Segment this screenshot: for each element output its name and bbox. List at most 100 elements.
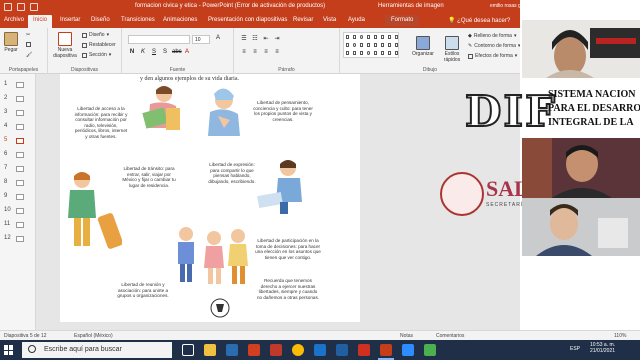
- edge-icon[interactable]: [226, 344, 238, 356]
- liberty-information-text[interactable]: Libertad de acceso a la información: par…: [74, 106, 128, 140]
- app-icon[interactable]: [424, 344, 436, 356]
- tab-diseno[interactable]: Diseño: [91, 17, 110, 23]
- tab-archivo[interactable]: Archivo: [4, 17, 24, 23]
- copy-button[interactable]: [26, 42, 31, 47]
- new-slide-button[interactable]: Nueva diapositiva: [52, 32, 78, 59]
- liberty-transit-text[interactable]: Libertad de tránsito: para entrar, salir…: [122, 166, 176, 188]
- windows-start-icon[interactable]: [4, 345, 14, 355]
- comments-button[interactable]: Comentarios: [436, 333, 464, 339]
- file-explorer-icon[interactable]: [204, 344, 216, 356]
- office-icon[interactable]: [248, 344, 260, 356]
- media-player-icon[interactable]: [270, 344, 282, 356]
- tab-animaciones[interactable]: Animaciones: [163, 17, 197, 23]
- slide-thumbnail[interactable]: 8: [3, 178, 33, 188]
- font-size-combo[interactable]: 10: [192, 35, 210, 44]
- tab-vista[interactable]: Vista: [323, 17, 336, 23]
- powerpoint-icon[interactable]: [380, 344, 392, 356]
- slide-thumbnail[interactable]: 2: [3, 94, 33, 104]
- chrome-icon[interactable]: [292, 344, 304, 356]
- shape-effects-button[interactable]: Efectos de forma ▾: [468, 53, 517, 59]
- zoom-icon[interactable]: [402, 344, 414, 356]
- liberty-assembly-text[interactable]: Libertad de reunión y asociación: para u…: [112, 282, 174, 299]
- tab-presentacion[interactable]: Presentación con diapositivas: [208, 17, 287, 23]
- format-painter-button[interactable]: 🖌: [26, 52, 32, 58]
- font-color-button[interactable]: A: [183, 49, 191, 55]
- underline-button[interactable]: S: [150, 49, 158, 55]
- slide-thumbnail[interactable]: 6: [3, 150, 33, 160]
- increase-indent-button[interactable]: ⇥: [273, 35, 281, 42]
- decrease-indent-button[interactable]: ⇤: [262, 35, 270, 42]
- save-icon[interactable]: [4, 3, 12, 11]
- strikethrough-button[interactable]: abc: [172, 49, 182, 55]
- context-tab-group: Herramientas de imagen: [378, 3, 444, 9]
- justify-button[interactable]: ≡: [273, 49, 281, 55]
- illustration-thinking-child[interactable]: [200, 84, 248, 138]
- slide-thumbnail[interactable]: 1: [3, 80, 33, 90]
- liberty-participation-text[interactable]: Libertad de participación en la toma de …: [254, 238, 322, 260]
- tab-ayuda[interactable]: Ayuda: [348, 17, 365, 23]
- input-language[interactable]: ESP: [570, 346, 580, 352]
- language-status[interactable]: Español (México): [74, 333, 113, 339]
- slide-thumbnail[interactable]: 4: [3, 122, 33, 132]
- tab-revisar[interactable]: Revisar: [293, 17, 313, 23]
- task-view-icon[interactable]: [182, 344, 194, 356]
- slide-thumbnail[interactable]: 11: [3, 220, 33, 230]
- taskbar-clock[interactable]: 10:53 a. m. 21/01/2021: [590, 342, 615, 354]
- section-icon: [82, 52, 87, 58]
- help-search[interactable]: 💡 ¿Qué desea hacer?: [448, 17, 510, 24]
- zoom-level[interactable]: 110%: [614, 333, 626, 339]
- slide-canvas[interactable]: y den algunos ejemplos de su vida diaria…: [60, 74, 360, 322]
- illustration-group-children[interactable]: [172, 224, 254, 320]
- slide-thumbnail[interactable]: 10: [3, 206, 33, 216]
- participant-video-1[interactable]: [522, 20, 640, 78]
- tab-insertar[interactable]: Insertar: [60, 17, 80, 23]
- shape-fill-button[interactable]: ◆ Relleno de forma ▾: [468, 33, 516, 39]
- shape-outline-button[interactable]: ✎Contorno de forma▾: [468, 43, 520, 49]
- undo-icon[interactable]: [17, 3, 25, 11]
- illustration-reading-child[interactable]: [132, 82, 190, 140]
- tab-formato[interactable]: Formato: [385, 15, 420, 26]
- slide-thumbnail[interactable]: 12: [3, 234, 33, 244]
- align-left-button[interactable]: ≡: [240, 49, 248, 55]
- bullets-button[interactable]: ☰: [240, 35, 248, 42]
- clipboard-group-label: Portapapeles: [8, 67, 39, 73]
- cut-button[interactable]: ✂: [26, 32, 30, 38]
- liberty-thought-text[interactable]: Libertad de pensamiento, conciencia y cu…: [250, 100, 316, 122]
- bold-button[interactable]: N: [128, 49, 136, 55]
- reminder-text[interactable]: Recuerda que tenemos derecho a ejercer n…: [256, 278, 320, 300]
- slide-thumbnail[interactable]: 7: [3, 164, 33, 174]
- slide-thumbnail-active[interactable]: 5: [3, 136, 33, 146]
- participant-video-3[interactable]: [522, 198, 640, 256]
- slide-thumbnail[interactable]: 3: [3, 108, 33, 118]
- numbering-button[interactable]: ☷: [251, 35, 259, 42]
- illustration-traveling-child[interactable]: [66, 170, 122, 258]
- notes-button[interactable]: Notas: [400, 333, 413, 339]
- redo-icon[interactable]: [30, 3, 38, 11]
- font-name-combo[interactable]: [128, 35, 190, 44]
- illustration-writing-child[interactable]: [256, 158, 310, 214]
- align-center-button[interactable]: ≡: [251, 49, 259, 55]
- clipboard-group: Pegar ✂ 🖌 Portapapeles: [0, 28, 48, 74]
- liberty-expression-text[interactable]: Libertad de expresión: para compartir lo…: [206, 162, 258, 184]
- reset-button[interactable]: Restablecer: [82, 42, 116, 48]
- section-button[interactable]: Sección ▾: [82, 52, 111, 58]
- layout-button[interactable]: Diseño ▾: [82, 32, 109, 38]
- participant-video-2[interactable]: [522, 138, 640, 198]
- chevron-down-icon: ▾: [513, 33, 517, 39]
- acrobat-icon[interactable]: [358, 344, 370, 356]
- align-right-button[interactable]: ≡: [262, 49, 270, 55]
- shadow-button[interactable]: S: [161, 49, 169, 55]
- slides-group: Nueva diapositiva Diseño ▾ Restablecer Se…: [48, 28, 122, 74]
- word-icon[interactable]: [336, 344, 348, 356]
- paste-button[interactable]: Pegar: [4, 32, 18, 53]
- arrange-button[interactable]: Organizar: [412, 36, 434, 57]
- tab-inicio[interactable]: Inicio: [28, 15, 53, 28]
- quick-styles-button[interactable]: Estilos rápidos: [440, 36, 464, 63]
- slide-thumbnail[interactable]: 9: [3, 192, 33, 202]
- meet-icon[interactable]: [314, 344, 326, 356]
- grow-font-button[interactable]: A: [214, 35, 222, 41]
- taskbar-search-input[interactable]: Escribe aquí para buscar: [22, 342, 172, 358]
- italic-button[interactable]: K: [139, 49, 147, 55]
- shapes-gallery[interactable]: [343, 32, 399, 58]
- tab-transiciones[interactable]: Transiciones: [121, 17, 155, 23]
